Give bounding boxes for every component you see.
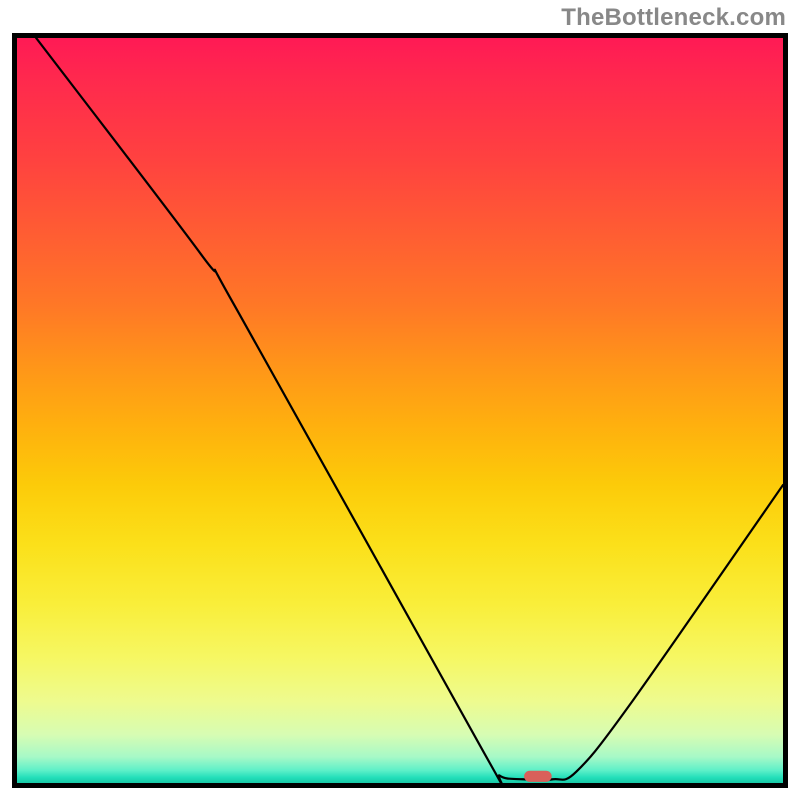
chart-svg [17,38,783,783]
curve-path [36,38,783,783]
marker-pill [524,771,552,782]
chart-frame [12,33,788,788]
plot-area [17,38,783,783]
watermark-text: TheBottleneck.com [561,4,786,32]
